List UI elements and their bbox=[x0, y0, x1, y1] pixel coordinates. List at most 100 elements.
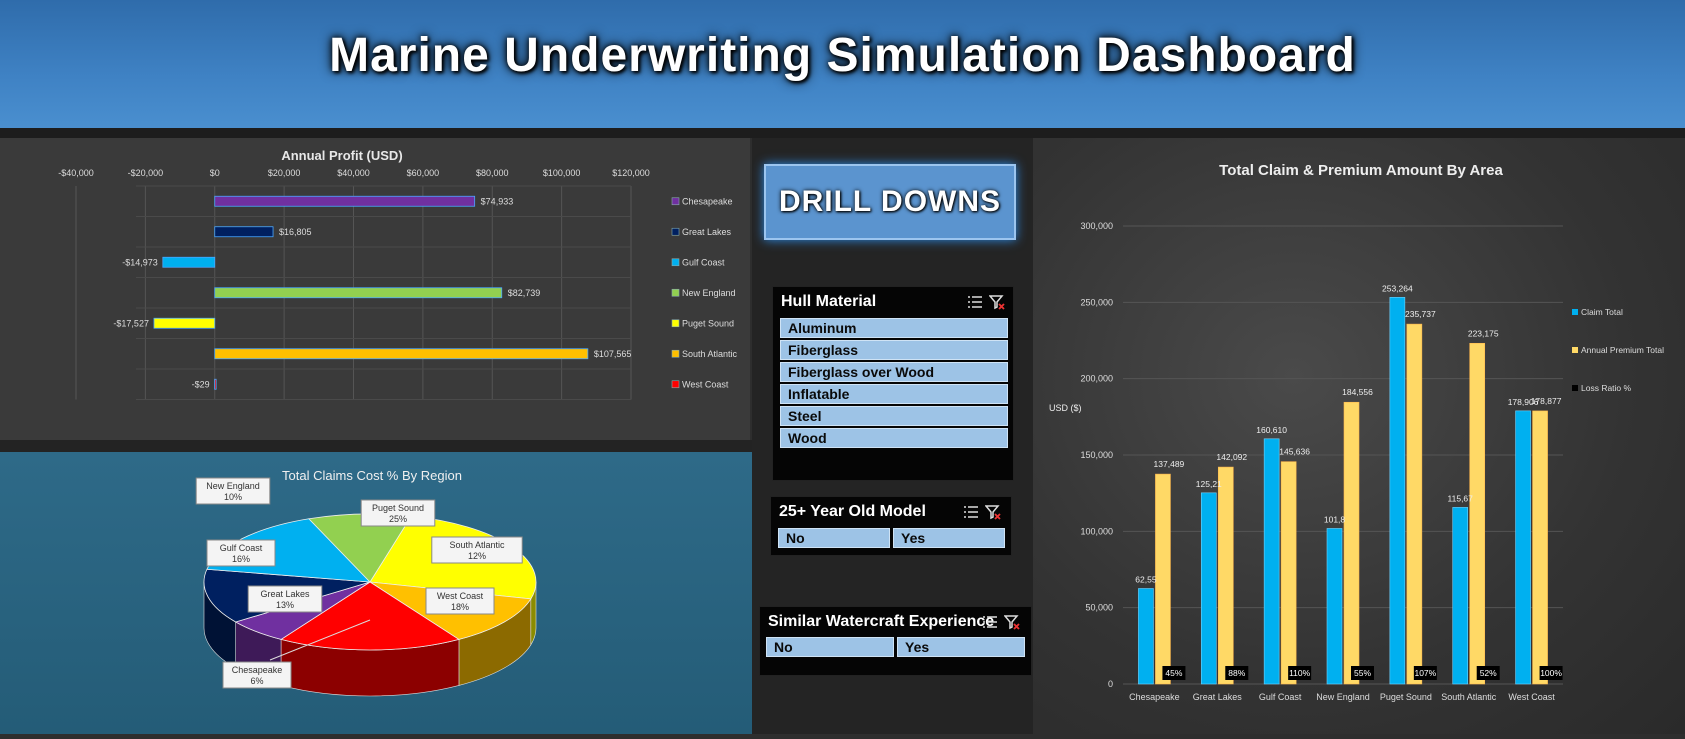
annual-profit-panel: Annual Profit (USD) -$40,000 -$20,000 $0 $20… bbox=[0, 138, 750, 440]
pie-label-new-england: New England bbox=[206, 481, 260, 491]
x-tick-label: $40,000 bbox=[337, 168, 370, 178]
slicer-item-fiberglass[interactable]: Fiberglass bbox=[780, 340, 1008, 360]
slicer-title: 25+ Year Old Model bbox=[779, 503, 926, 520]
dashboard-header: Marine Underwriting Simulation Dashboard bbox=[0, 0, 1685, 128]
pie-label-value: 25% bbox=[389, 514, 407, 524]
header-divider bbox=[0, 128, 1685, 138]
slicer-item-fiberglass-over-wood[interactable]: Fiberglass over Wood bbox=[780, 362, 1008, 382]
y-tick-label: 300,000 bbox=[1080, 221, 1113, 231]
slicer-item-inflatable[interactable]: Inflatable bbox=[780, 384, 1008, 404]
x-tick-label: Great Lakes bbox=[1193, 692, 1243, 702]
y-tick-label: 0 bbox=[1108, 679, 1113, 689]
page-title: Marine Underwriting Simulation Dashboard bbox=[329, 29, 1356, 82]
loss-ratio-label: 55% bbox=[1354, 668, 1371, 678]
legend-label: Chesapeake bbox=[682, 196, 733, 206]
legend-swatch bbox=[1572, 385, 1578, 391]
multi-select-icon[interactable] bbox=[982, 614, 998, 630]
slicer-item-no[interactable]: No bbox=[766, 637, 894, 657]
slicer-item-yes[interactable]: Yes bbox=[897, 637, 1025, 657]
clear-filter-icon[interactable] bbox=[1004, 614, 1020, 630]
bar-claim-new-england bbox=[1326, 528, 1343, 685]
x-tick-label: New England bbox=[1316, 692, 1370, 702]
x-tick-label: $100,000 bbox=[543, 168, 581, 178]
bar-claim-great-lakes bbox=[1200, 492, 1217, 685]
pie-label-value: 6% bbox=[250, 676, 263, 686]
bar-claim-puget-sound bbox=[1389, 297, 1406, 685]
slicer-item-steel[interactable]: Steel bbox=[780, 406, 1008, 426]
x-tick-label: South Atlantic bbox=[1441, 692, 1497, 702]
x-tick-label: Gulf Coast bbox=[1259, 692, 1302, 702]
legend-label: Great Lakes bbox=[682, 227, 732, 237]
x-tick-label: $20,000 bbox=[268, 168, 301, 178]
bar-claim-chesapeake bbox=[1138, 588, 1154, 685]
clear-filter-icon[interactable] bbox=[989, 294, 1005, 310]
bar-premium-puget-sound bbox=[1406, 323, 1423, 685]
bar-chesapeake bbox=[214, 195, 476, 207]
bar-gulf-coast bbox=[162, 256, 216, 268]
slicer-title: Hull Material bbox=[781, 293, 877, 310]
chart-title: Annual Profit (USD) bbox=[281, 148, 402, 163]
slicer-item-aluminum[interactable]: Aluminum bbox=[780, 318, 1008, 338]
claim-premium-chart: Total Claim & Premium Amount By Area USD … bbox=[1049, 162, 1664, 702]
multi-select-icon[interactable] bbox=[963, 504, 979, 520]
pie-label-chesapeake: Chesapeake bbox=[232, 665, 283, 675]
annual-profit-chart: Annual Profit (USD) -$40,000 -$20,000 $0 $20… bbox=[58, 148, 738, 400]
old-model-slicer: 25+ Year Old Model No Yes bbox=[770, 496, 1012, 556]
chart-title: Total Claim & Premium Amount By Area bbox=[1219, 162, 1503, 179]
legend-label: West Coast bbox=[682, 379, 729, 389]
legend-swatch bbox=[671, 227, 680, 236]
data-label: $16,805 bbox=[279, 227, 312, 237]
slicer-item-yes[interactable]: Yes bbox=[893, 528, 1005, 548]
pie-label-west-coast: West Coast bbox=[437, 591, 484, 601]
bar-premium-south-atlantic bbox=[1469, 342, 1486, 685]
slicer-item-no[interactable]: No bbox=[778, 528, 890, 548]
legend-label: Loss Ratio % bbox=[1581, 383, 1632, 393]
clear-filter-icon[interactable] bbox=[985, 504, 1001, 520]
pie-label-gulf-coast: Gulf Coast bbox=[220, 543, 263, 553]
x-tick-label: $60,000 bbox=[407, 168, 440, 178]
claim-data-label: 115,67 bbox=[1448, 493, 1474, 503]
legend-label: Claim Total bbox=[1581, 307, 1623, 317]
x-tick-label: $80,000 bbox=[476, 168, 509, 178]
bar-premium-new-england bbox=[1343, 401, 1360, 685]
legend-swatch bbox=[671, 349, 680, 358]
data-label: -$14,973 bbox=[122, 257, 158, 267]
legend-swatch bbox=[671, 319, 680, 328]
pie-label-south-atlantic: South Atlantic bbox=[449, 540, 505, 550]
pie-label-value: 10% bbox=[224, 492, 242, 502]
panel-divider bbox=[0, 440, 752, 452]
pie-label-value: 13% bbox=[276, 600, 294, 610]
drill-downs-button[interactable]: DRILL DOWNS bbox=[764, 164, 1016, 240]
claims-pie-panel: Total Claims Cost % By Region Puget Sound… bbox=[0, 452, 752, 734]
data-label: $82,739 bbox=[508, 288, 541, 298]
watercraft-experience-slicer: Similar Watercraft Experience No Yes bbox=[759, 606, 1032, 676]
claim-data-label: 62,55 bbox=[1135, 574, 1157, 584]
data-label: -$29 bbox=[192, 379, 210, 389]
multi-select-icon[interactable] bbox=[967, 294, 983, 310]
bar-puget-sound bbox=[153, 317, 216, 329]
legend-label: South Atlantic bbox=[682, 349, 738, 359]
loss-ratio-label: 110% bbox=[1289, 668, 1311, 678]
loss-ratio-label: 52% bbox=[1480, 668, 1497, 678]
pie-label-value: 16% bbox=[232, 554, 250, 564]
x-tick-label: Chesapeake bbox=[1129, 692, 1180, 702]
slicer-item-wood[interactable]: Wood bbox=[780, 428, 1008, 448]
legend-swatch bbox=[671, 258, 680, 267]
bar-claim-west-coast bbox=[1515, 410, 1531, 685]
legend-swatch bbox=[671, 197, 680, 206]
chart-title: Total Claims Cost % By Region bbox=[282, 468, 462, 483]
claim-data-label: 253,264 bbox=[1382, 283, 1413, 293]
x-tick-label: West Coast bbox=[1508, 692, 1555, 702]
bar-west-coast bbox=[214, 378, 217, 390]
bar-great-lakes bbox=[214, 226, 274, 238]
claim-data-label: 160,610 bbox=[1256, 425, 1287, 435]
data-label: $107,565 bbox=[594, 349, 632, 359]
y-axis-label: USD ($) bbox=[1049, 403, 1082, 413]
x-tick-label: -$20,000 bbox=[128, 168, 164, 178]
slicer-title: Similar Watercraft Experience bbox=[768, 613, 995, 630]
premium-data-label: 223,175 bbox=[1468, 328, 1499, 338]
bar-premium-chesapeake bbox=[1155, 473, 1171, 685]
legend-label: New England bbox=[682, 288, 736, 298]
legend-swatch bbox=[671, 288, 680, 297]
bar-claim-south-atlantic bbox=[1452, 507, 1469, 685]
